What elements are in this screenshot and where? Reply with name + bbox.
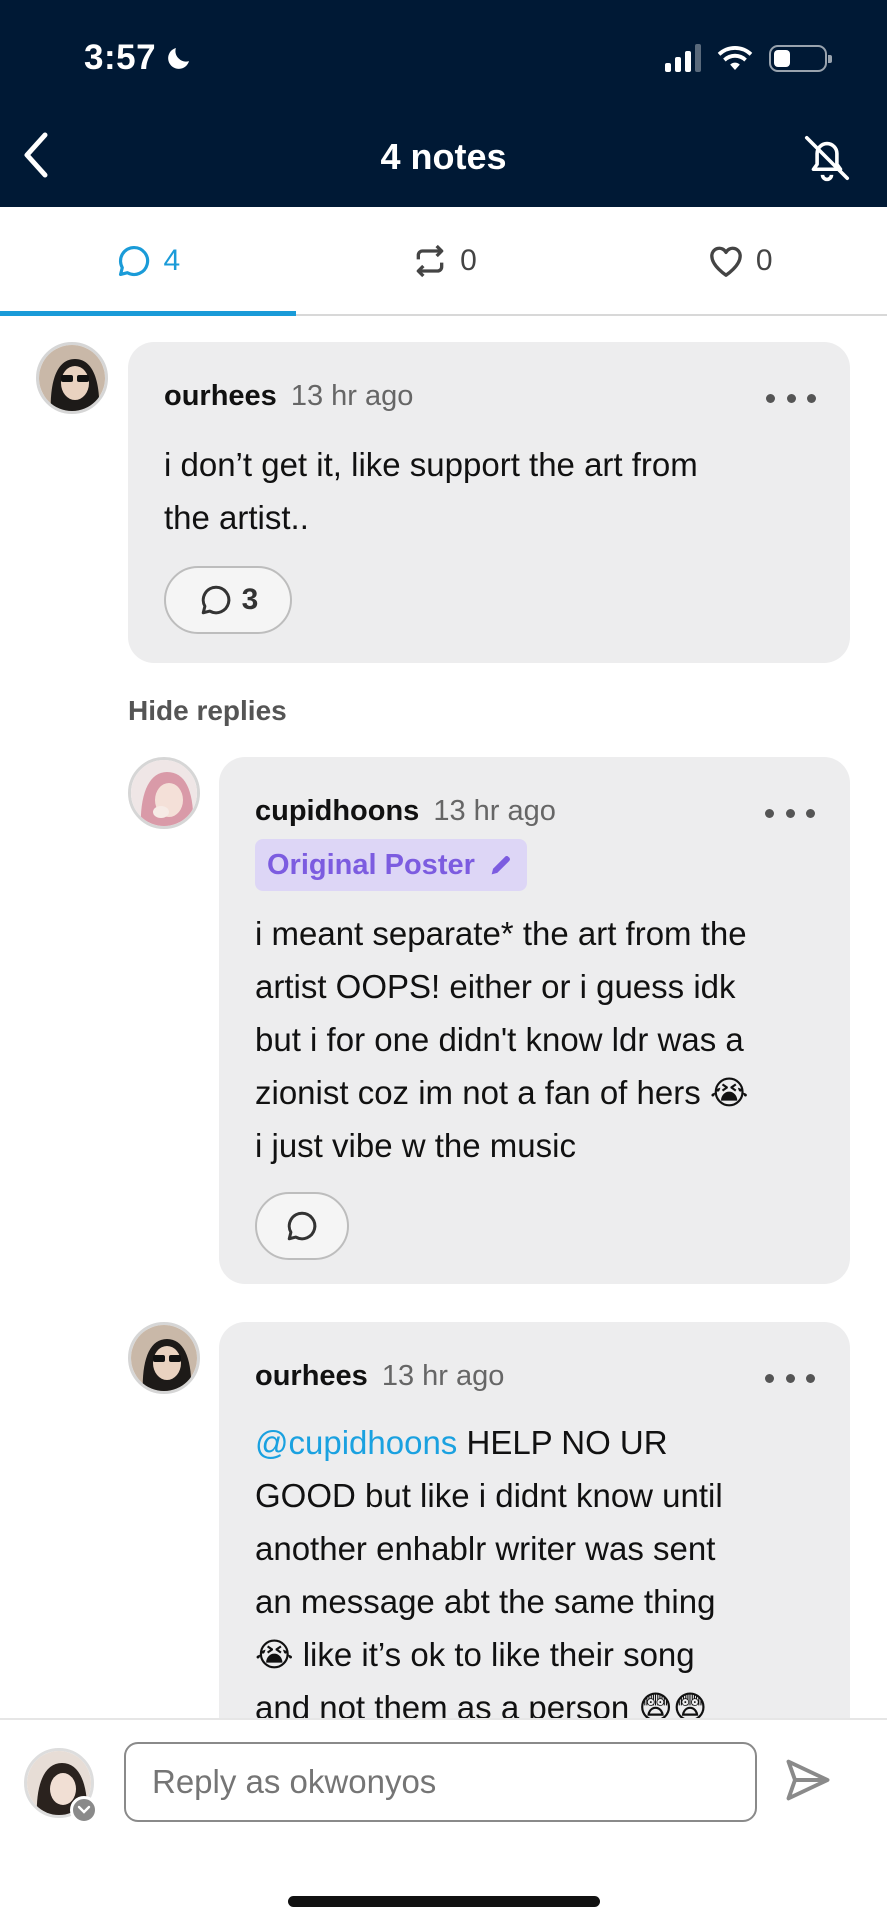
more-options-icon[interactable] [766, 388, 816, 408]
comment-line: another enhablr writer was sent [255, 1530, 716, 1567]
status-icons [665, 44, 832, 72]
comment-bubble: ourhees 13 hr ago @cupidhoons HELP NO UR… [219, 1322, 850, 1742]
replies-button[interactable]: 3 [164, 566, 292, 634]
likes-count: 0 [755, 243, 773, 277]
comment-bubble: cupidhoons 13 hr ago Original Poster i m… [219, 757, 850, 1284]
top-header: 3:57 4 notes [0, 0, 887, 207]
mention-link[interactable]: @cupidhoons [255, 1424, 457, 1461]
clock-text: 3:57 [84, 38, 157, 77]
comment-line: the artist.. [164, 499, 309, 536]
notes-tabs: 4 0 0 [0, 207, 887, 316]
comment-line: artist OOPS! either or i guess idk [255, 968, 736, 1005]
status-time: 3:57 [84, 38, 194, 78]
moon-icon [168, 48, 190, 69]
tab-likes[interactable]: 0 [591, 207, 887, 314]
comment-line: but i for one didn't know ldr was a [255, 1021, 744, 1058]
comment-time: 13 hr ago [433, 795, 556, 827]
tab-reblogs[interactable]: 0 [296, 207, 592, 314]
comment-text: i don’t get it, like support the art fro… [164, 438, 824, 544]
comment-username[interactable]: ourhees [255, 1360, 368, 1393]
comment-line: an message abt the same thing [255, 1583, 716, 1620]
avatar-cupidhoons[interactable] [128, 757, 200, 829]
hide-replies-link[interactable]: Hide replies [128, 695, 287, 727]
comments-count: 4 [163, 243, 181, 277]
comment-line: 😭 like it’s ok to like their song [255, 1636, 695, 1673]
mute-notifications-button[interactable] [797, 130, 857, 186]
reply-button[interactable] [255, 1192, 349, 1260]
avatar-ourhees[interactable] [36, 342, 108, 414]
comment-meta: ourhees 13 hr ago [164, 380, 413, 413]
reply-count: 3 [241, 583, 259, 616]
comment-icon [287, 1211, 317, 1241]
comment-time: 13 hr ago [381, 1360, 505, 1392]
comment-meta: ourhees 13 hr ago [255, 1360, 504, 1393]
comment-line: i don’t get it, like support the art fro… [164, 446, 698, 483]
pencil-icon [491, 856, 510, 875]
cellular-signal-icon [665, 44, 701, 72]
wifi-icon [717, 46, 753, 70]
comment-bubble: ourhees 13 hr ago i don’t get it, like s… [128, 342, 850, 663]
comment-text: i meant separate* the art from the artis… [255, 907, 835, 1172]
comment-line: i meant separate* the art from the [255, 915, 747, 952]
avatar-image [131, 1325, 197, 1391]
reply-input[interactable] [124, 1742, 757, 1822]
reblog-icon [416, 244, 444, 277]
more-options-icon[interactable] [765, 1368, 815, 1388]
avatar-ourhees[interactable] [128, 1322, 200, 1394]
send-button[interactable] [780, 1748, 836, 1812]
reblogs-count: 0 [460, 243, 477, 277]
heart-icon [709, 246, 742, 277]
comment-line: i just vibe w the music [255, 1127, 576, 1164]
badge-label: Original Poster [267, 848, 475, 881]
comment-icon [119, 245, 150, 276]
comment-icon [201, 585, 231, 615]
home-indicator [288, 1896, 600, 1907]
avatar-image [131, 760, 197, 826]
more-options-icon[interactable] [765, 803, 815, 823]
comment-username[interactable]: cupidhoons [255, 795, 419, 828]
send-icon [786, 1759, 830, 1801]
tab-comments[interactable]: 4 [0, 207, 296, 316]
comment-line: zionist coz im not a fan of hers 😭 [255, 1074, 749, 1111]
page-title: 4 notes [380, 136, 507, 177]
comment-username[interactable]: ourhees [164, 380, 277, 413]
comment-text: @cupidhoons HELP NO UR GOOD but like i d… [255, 1416, 835, 1734]
comment-time: 13 hr ago [290, 380, 414, 412]
comment-meta: cupidhoons 13 hr ago [255, 795, 556, 828]
bell-off-icon [804, 135, 850, 182]
avatar-image [39, 345, 105, 411]
battery-icon [769, 44, 832, 72]
comment-line: @cupidhoons HELP NO UR [255, 1424, 668, 1461]
chevron-down-icon[interactable] [70, 1796, 98, 1824]
reply-bar [0, 1718, 887, 1920]
original-poster-badge: Original Poster [255, 839, 527, 891]
comment-line: GOOD but like i didnt know until [255, 1477, 723, 1514]
